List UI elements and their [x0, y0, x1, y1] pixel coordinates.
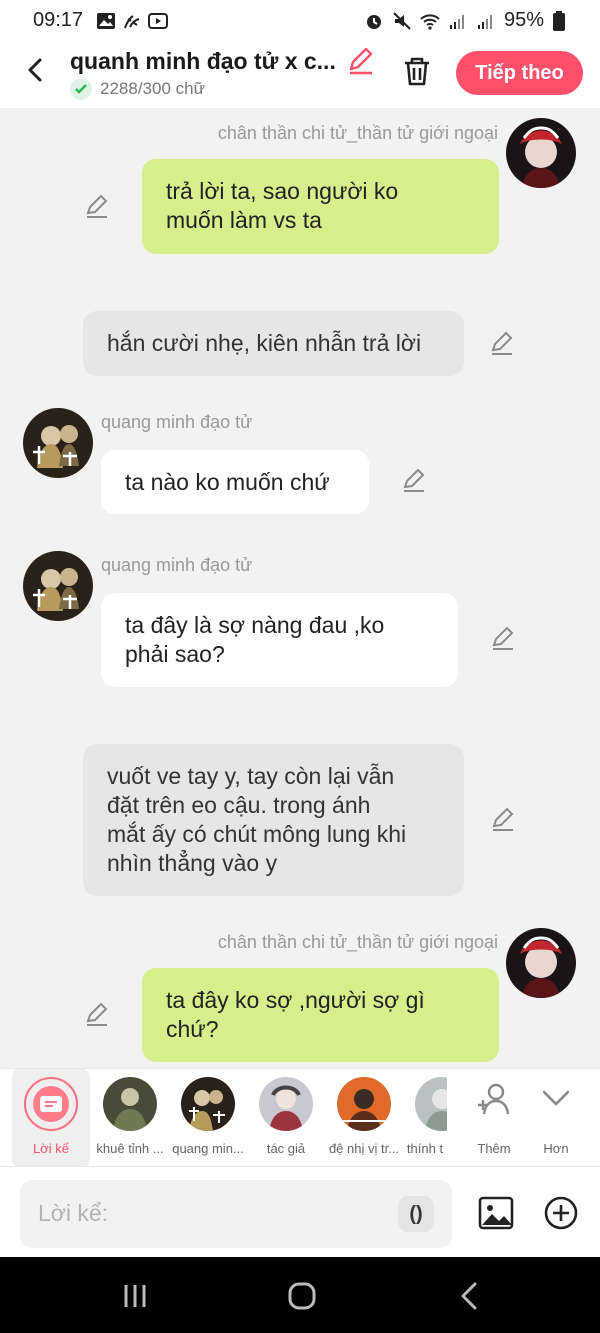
app-icon [122, 11, 142, 31]
edit-message-icon[interactable] [490, 626, 516, 652]
character-avatar [181, 1077, 235, 1131]
character-tab-label: đệ nhị vị tr... [328, 1141, 400, 1156]
character-tab-label: thính t [406, 1141, 444, 1156]
narration-tab-label: Lời kể [33, 1141, 69, 1156]
character-name: quang minh đạo tử [101, 412, 253, 432]
character-tab-label: quang min... [172, 1141, 244, 1156]
character-avatar[interactable] [23, 408, 93, 478]
character-tab[interactable]: tác giả [247, 1069, 325, 1167]
action-parentheses-button[interactable]: () [398, 1196, 434, 1232]
word-counter: 2288/300 chữ [70, 78, 205, 100]
chevron-down-icon [541, 1083, 571, 1116]
chat-header: quanh minh đạo tử x c... 2288/300 chữ Ti… [0, 42, 600, 108]
notification-icons [96, 11, 168, 31]
character-avatar [415, 1077, 447, 1131]
system-navigation-bar [0, 1257, 600, 1333]
edit-title-icon[interactable] [346, 46, 376, 76]
narration-tab[interactable]: Lời kể [12, 1069, 90, 1167]
character-tab[interactable]: thính t [403, 1069, 447, 1167]
gallery-icon [96, 11, 116, 31]
status-time: 09:17 [33, 9, 84, 31]
home-icon[interactable] [285, 1279, 319, 1313]
edit-message-icon[interactable] [490, 807, 516, 833]
back-nav-icon[interactable] [453, 1279, 487, 1313]
message-input[interactable]: Lời kể: () [20, 1180, 452, 1248]
alarm-icon [364, 11, 384, 31]
user-message-bubble: trả lời ta, sao người ko muốn làm vs ta [142, 159, 499, 254]
character-name: quang minh đạo tử [101, 555, 253, 575]
collapse-button[interactable]: Hơn [517, 1069, 595, 1167]
input-bar: Lời kể: () [0, 1167, 600, 1257]
character-avatar [337, 1077, 391, 1131]
recent-apps-icon[interactable] [118, 1279, 152, 1313]
user-name: chân thần chi tử_thần tử giới ngoại [217, 932, 498, 952]
mute-icon [392, 11, 412, 31]
user-avatar[interactable] [506, 928, 576, 998]
character-tab[interactable]: đệ nhị vị tr... [325, 1069, 403, 1167]
character-tab-label: tác giả [266, 1141, 306, 1156]
narration-bubble: hắn cười nhẹ, kiên nhẫn trả lời [83, 311, 464, 376]
battery-icon [552, 10, 572, 31]
character-tab[interactable]: quang min... [169, 1069, 247, 1167]
user-avatar[interactable] [506, 118, 576, 188]
edit-message-icon[interactable] [84, 194, 110, 220]
image-icon[interactable] [477, 1194, 515, 1232]
back-icon[interactable] [22, 56, 50, 84]
user-message-bubble: ta đây ko sợ ,người sợ gì chứ? [142, 968, 499, 1062]
character-tab[interactable]: khuê tỉnh ... [91, 1069, 169, 1167]
system-icons: 95% [364, 9, 572, 32]
youtube-icon [148, 11, 168, 31]
status-bar: 09:17 95% [0, 0, 600, 42]
input-placeholder: Lời kể: [38, 1200, 109, 1226]
trash-icon[interactable] [400, 54, 434, 88]
story-title: quanh minh đạo tử x c... [70, 48, 336, 74]
word-count-text: 2288/300 chữ [100, 79, 205, 98]
character-message-bubble: ta đây là sợ nàng đau ,ko phải sao? [101, 593, 458, 687]
battery-percent: 95% [503, 9, 544, 31]
collapse-label: Hơn [543, 1141, 569, 1156]
edit-message-icon[interactable] [84, 1002, 110, 1028]
narration-icon [24, 1077, 78, 1131]
next-button[interactable]: Tiếp theo [456, 51, 583, 95]
narration-bubble: vuốt ve tay y, tay còn lại vẫn đặt trên … [83, 744, 464, 896]
signal-icon-2 [476, 11, 496, 31]
check-icon [70, 78, 92, 100]
character-tab-label: khuê tỉnh ... [96, 1141, 164, 1156]
edit-message-icon[interactable] [401, 468, 427, 494]
signal-icon [448, 11, 468, 31]
add-user-icon [476, 1081, 512, 1120]
character-toolbar: Lời kể khuê tỉnh ... quang min... tác gi… [0, 1068, 600, 1167]
add-icon[interactable] [543, 1195, 579, 1231]
character-avatar [259, 1077, 313, 1131]
chat-area: chân thần chi tử_thần tử giới ngoại trả … [0, 108, 600, 1068]
character-message-bubble: ta nào ko muốn chứ [101, 450, 369, 514]
character-avatar[interactable] [23, 551, 93, 621]
character-avatar [103, 1077, 157, 1131]
wifi-icon [420, 11, 440, 31]
user-name: chân thần chi tử_thần tử giới ngoại [217, 123, 498, 143]
edit-message-icon[interactable] [489, 331, 515, 357]
